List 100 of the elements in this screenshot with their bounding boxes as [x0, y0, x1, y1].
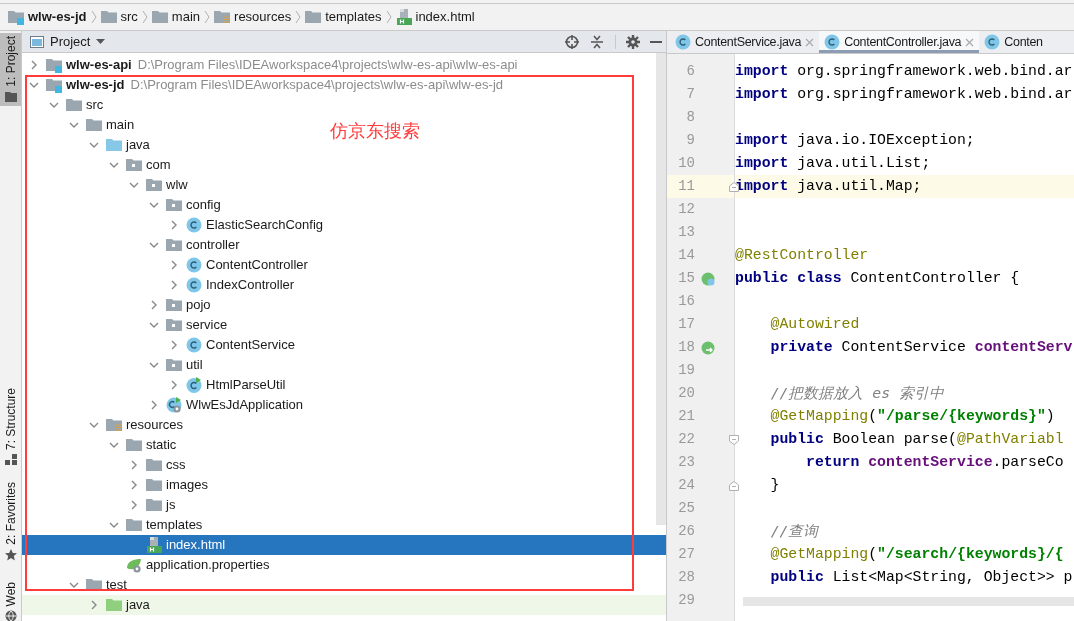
tree-item[interactable]: ContentController [206, 255, 308, 275]
tree-item[interactable]: pojo [186, 295, 211, 315]
tree-item[interactable]: js [166, 495, 176, 515]
tree-item[interactable]: static [146, 435, 177, 455]
close-icon[interactable] [805, 37, 815, 47]
folder-icon [86, 117, 102, 133]
line-number: 29 [677, 591, 695, 610]
tree-item[interactable]: WlwEsJdApplication [186, 395, 304, 415]
class-icon [186, 257, 202, 273]
settings-icon[interactable] [626, 34, 640, 49]
tree-item[interactable]: test [106, 575, 127, 595]
folder-icon [100, 9, 117, 25]
line-number: 28 [677, 568, 695, 587]
separator-icon [90, 10, 97, 24]
class-icon [675, 34, 691, 50]
line-number: 27 [677, 545, 695, 564]
annotation-label: 仿京东搜索 [330, 120, 420, 143]
code-line: private ContentService contentServ [769, 338, 1074, 358]
breadcrumb-item[interactable]: src [120, 7, 138, 27]
collapse-all-icon[interactable] [591, 34, 603, 49]
editor-tab[interactable]: ContentController.java [819, 31, 980, 53]
line-number: 23 [677, 453, 695, 472]
tree-row[interactable]: java [22, 595, 666, 615]
tree-item[interactable]: config [186, 195, 221, 215]
tree-item[interactable]: wlw [166, 175, 188, 195]
line-number: 9 [685, 131, 695, 150]
html-file-icon [395, 9, 412, 25]
tree-item[interactable]: wlw-es-api [66, 55, 132, 75]
line-number: 25 [677, 499, 695, 518]
horizontal-scrollbar[interactable] [743, 597, 1074, 606]
line-number: 16 [677, 292, 695, 311]
line-number: 14 [677, 246, 695, 265]
tree-item[interactable]: src [86, 95, 104, 115]
tool-window-button[interactable]: 1: Project [0, 33, 21, 106]
code-line: import org.springframework.web.bind.ar [735, 62, 1074, 82]
dropdown-caret-icon[interactable] [96, 38, 106, 45]
html-file-icon [146, 537, 162, 553]
panel-title[interactable]: Project [50, 31, 91, 52]
separator-icon [295, 10, 302, 24]
module-folder-icon [8, 9, 24, 25]
bean-icon[interactable] [701, 340, 715, 355]
editor-tab[interactable]: Conten [979, 31, 1048, 53]
tool-window-button[interactable]: 2: Favorites [0, 479, 21, 564]
folder-icon [106, 137, 122, 153]
line-number: 6 [685, 62, 695, 81]
tool-window-button[interactable]: Web [0, 579, 21, 621]
package-icon [166, 297, 182, 313]
code-line: @GetMapping("/parse/{keywords}") [769, 407, 1056, 427]
class-icon [186, 377, 202, 393]
scrollbar[interactable] [656, 53, 666, 525]
line-number: 12 [677, 200, 695, 219]
tree-item[interactable]: main [106, 115, 135, 135]
selected-row[interactable]: index.html [22, 535, 666, 555]
separator-icon [385, 10, 392, 24]
folder-icon [146, 457, 162, 473]
tree-item[interactable]: images [166, 475, 208, 495]
package-icon [166, 197, 182, 213]
line-number: 11 [677, 177, 695, 196]
tree-item[interactable]: ElasticSearchConfig [206, 215, 324, 235]
code-line: @GetMapping("/search/{keywords}/{ [769, 545, 1065, 565]
separator-icon [204, 10, 211, 24]
tree-item[interactable]: IndexController [206, 275, 295, 295]
tree-item[interactable]: util [186, 355, 203, 375]
tree-item[interactable]: resources [126, 415, 184, 435]
minimize-icon[interactable] [650, 40, 662, 43]
breadcrumb-item[interactable]: wlw-es-jd [28, 7, 87, 27]
code-line: @Autowired [769, 315, 861, 335]
folder-icon [305, 9, 322, 25]
window-icon [30, 35, 44, 48]
tree-item[interactable]: wlw-es-jd [66, 75, 125, 95]
line-number: 8 [685, 108, 695, 127]
line-number: 26 [677, 522, 695, 541]
folder-icon [126, 437, 142, 453]
locate-icon[interactable] [565, 34, 579, 49]
breadcrumb-item[interactable]: templates [325, 7, 382, 27]
line-number: 10 [677, 154, 695, 173]
leaf-icon [126, 557, 142, 573]
tree-item[interactable]: java [126, 135, 150, 155]
class-icon [186, 277, 202, 293]
tree-item[interactable]: ContentService [206, 335, 295, 355]
star-icon [4, 548, 17, 561]
line-number: 13 [677, 223, 695, 242]
tree-item[interactable]: css [166, 455, 186, 475]
tool-window-button[interactable]: 7: Structure [0, 385, 21, 470]
breadcrumb-item[interactable]: resources [234, 7, 292, 27]
tree-item[interactable]: service [186, 315, 228, 335]
path-text: D:\Program Files\IDEAworkspace4\projects\wlw-es-api\wlw-es-api [137, 56, 518, 75]
breadcrumb-item[interactable]: index.html [415, 7, 475, 27]
bean-icon[interactable] [701, 271, 715, 286]
folder-icon [106, 597, 122, 613]
tree-item[interactable]: controller [186, 235, 240, 255]
editor-tab[interactable]: ContentService.java [670, 31, 820, 53]
tree-item[interactable]: templates [146, 515, 203, 535]
tree-item[interactable]: com [146, 155, 171, 175]
folder-icon [151, 9, 168, 25]
tree-item[interactable]: application.properties [146, 555, 270, 575]
close-icon[interactable] [965, 37, 975, 47]
breadcrumb-item[interactable]: main [171, 7, 201, 27]
tree-item[interactable]: HtmlParseUtil [206, 375, 286, 395]
line-number: 7 [685, 85, 695, 104]
